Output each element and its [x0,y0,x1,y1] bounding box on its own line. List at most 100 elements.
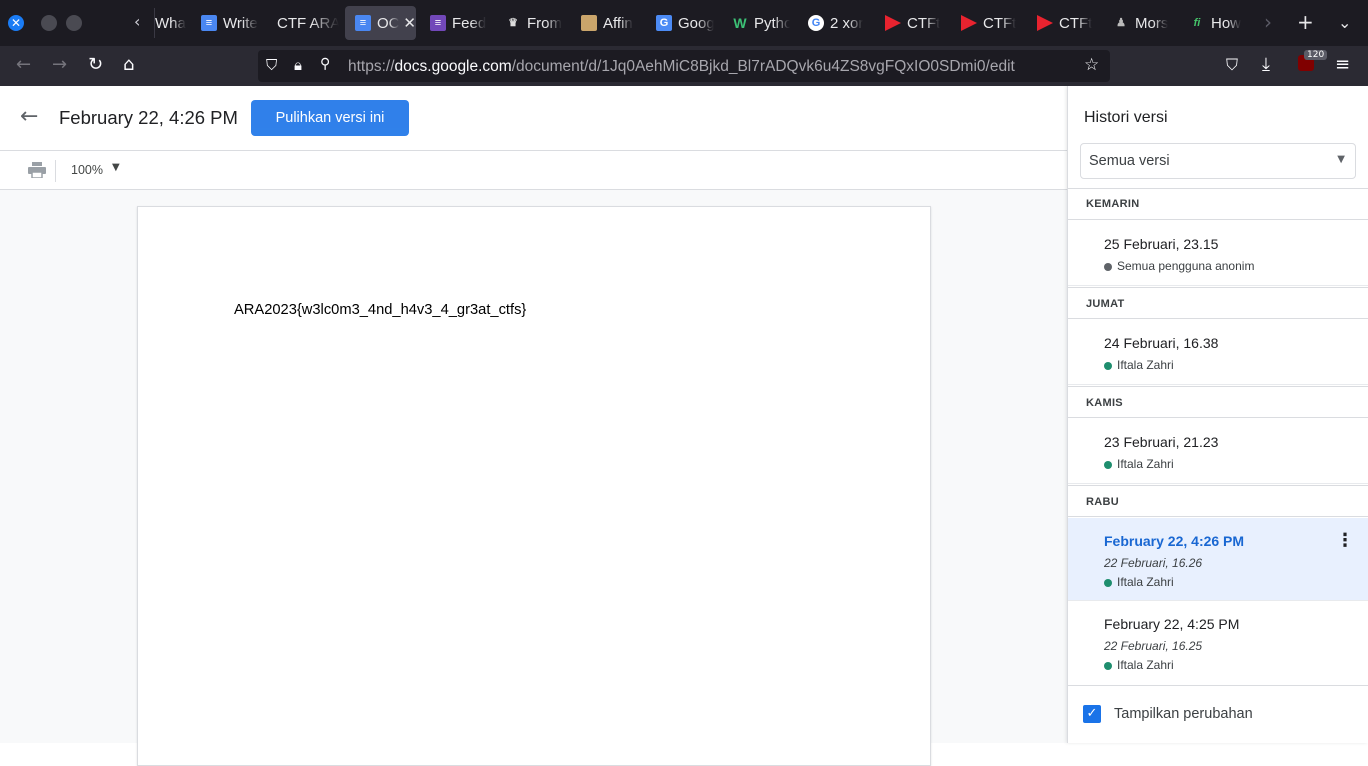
tab-scroll-right-icon[interactable]: › [1264,10,1272,34]
fi-icon: fi [1193,17,1201,29]
url-host: docs.google.com [394,58,512,75]
section-label: RABU [1086,496,1119,508]
author-color-dot [1104,362,1112,370]
tab-label: 2 xor [830,14,864,32]
tab-close-icon[interactable]: ✕ [403,14,416,32]
section-header: RABU [1068,485,1368,517]
document-page[interactable]: ARA2023{w3lc0m3_4nd_h4v3_4_gr3at_ctfs} [137,206,931,766]
tab-label: CTF ARA [277,14,339,32]
pocket-icon[interactable]: ⛉ [1226,55,1238,75]
version-item-title: February 22, 4:25 PM [1104,616,1240,632]
browser-tab-active[interactable]: ≡ OC ✕ [345,6,416,40]
window-close-icon[interactable]: ✕ [8,15,24,31]
version-item[interactable]: 23 Februari, 21.23 Iftala Zahri [1068,419,1368,484]
ublock-extension-icon[interactable]: 120 [1298,50,1328,76]
forward-icon[interactable]: → [52,54,67,75]
new-tab-icon[interactable]: + [1297,10,1314,34]
version-header: ← February 22, 4:26 PM Pulihkan versi in… [0,86,1067,151]
tab-label: Write [223,14,258,32]
version-item[interactable]: 25 Februari, 23.15 Semua pengguna anonim [1068,221,1368,286]
google-icon: G [808,15,824,31]
google-docs-icon: ≡ [355,15,371,31]
version-item[interactable]: 24 Februari, 16.38 Iftala Zahri [1068,320,1368,385]
restore-version-button[interactable]: Pulihkan versi ini [251,100,409,136]
show-changes-label[interactable]: Tampilkan perubahan [1114,706,1253,722]
print-icon[interactable] [28,162,46,178]
browser-tab[interactable]: G 2 xor [798,6,866,40]
browser-tab[interactable]: ≡ Write [191,6,259,40]
ctftime-icon [885,15,901,31]
w-icon: W [733,15,747,31]
list-all-tabs-icon[interactable]: ⌄ [1338,13,1351,32]
browser-tab[interactable]: CTFt [875,6,943,40]
zoom-select[interactable]: 100% [71,163,103,177]
show-changes-checkbox[interactable]: ✓ [1083,705,1101,723]
browser-tab[interactable]: CTF ARA [267,6,339,40]
url-path: /document/d/1Jq0AehMiC8Bjkd_Bl7rADQvk6u4… [511,58,1015,75]
url-bar[interactable]: ⛉ 🔒︎ ⚲ https://docs.google.com/document/… [258,50,1110,82]
home-icon[interactable]: ⌂ [123,54,134,75]
version-item-author: Semua pengguna anonim [1104,259,1254,273]
section-header: KEMARIN [1068,188,1368,220]
browser-tab[interactable]: W Pytho [722,6,790,40]
shield-icon[interactable]: ⛉ [266,56,277,74]
window-minimize-icon[interactable] [41,15,57,31]
downloads-icon[interactable]: ⤓ [1262,54,1270,75]
google-forms-icon: ≡ [430,15,446,31]
version-item-title: 25 Februari, 23.15 [1104,236,1219,252]
google-translate-icon: G [656,15,672,31]
menu-icon[interactable]: ≡ [1335,54,1350,75]
url-text[interactable]: https://docs.google.com/document/d/1Jq0A… [348,58,1015,76]
browser-tab[interactable]: ≡ Feed [420,6,488,40]
version-item-title: February 22, 4:26 PM [1104,533,1245,549]
browser-tab[interactable]: Wha [145,6,190,40]
tab-scroll-left-icon[interactable]: ‹ [134,12,140,31]
version-item-author: Iftala Zahri [1104,457,1174,471]
back-arrow-icon[interactable]: ← [20,104,38,129]
zoom-dropdown-icon[interactable]: ▼ [112,162,120,173]
reload-icon[interactable]: ↻ [88,54,103,75]
tab-label: Goog [678,14,714,32]
document-text: ARA2023{w3lc0m3_4nd_h4v3_4_gr3at_ctfs} [234,302,527,318]
lock-icon[interactable]: 🔒︎ [294,56,302,74]
doc-toolbar: 100% ▼ [0,151,1067,190]
browser-tab[interactable]: fi How [1179,6,1247,40]
author-color-dot [1104,461,1112,469]
more-vert-icon[interactable]: ⋮ [1336,530,1354,551]
version-history-panel: Histori versi Semua versi ▼ KEMARIN 25 F… [1067,86,1368,743]
author-color-dot [1104,263,1112,271]
tab-label: Feed [452,14,487,32]
browser-tab[interactable]: CTFt [951,6,1019,40]
section-label: JUMAT [1086,298,1125,310]
browser-tab[interactable]: CTFt [1027,6,1095,40]
browser-tab-strip: ✕ ‹ Wha ≡ Write CTF ARA ≡ OC ✕ ≡ Feed ♛ … [0,0,1368,46]
version-filter-select[interactable]: Semua versi ▼ [1080,143,1356,179]
bookmark-star-icon[interactable]: ☆ [1084,55,1099,75]
version-item[interactable]: February 22, 4:25 PM 22 Februari, 16.25 … [1068,601,1368,685]
back-icon[interactable]: ← [16,54,31,75]
ctftime-icon [961,15,977,31]
browser-tab[interactable]: G Goog [646,6,714,40]
version-item-author: Iftala Zahri [1104,658,1174,672]
version-item-timestamp: 22 Februari, 16.25 [1104,639,1203,653]
browser-navbar: ← → ↻ ⌂ ⛉ 🔒︎ ⚲ https://docs.google.com/d… [0,46,1368,86]
tab-label: Mors [1135,14,1169,32]
tab-label: Wha [155,14,186,32]
browser-tab[interactable]: ♟ Mors [1103,6,1171,40]
section-header: KAMIS [1068,386,1368,418]
author-color-dot [1104,662,1112,670]
url-scheme: https:// [348,58,395,75]
version-item-selected[interactable]: February 22, 4:26 PM 22 Februari, 16.26 … [1068,518,1368,601]
browser-tab[interactable]: Affin [571,6,639,40]
section-label: KAMIS [1086,397,1123,409]
version-item-timestamp: 22 Februari, 16.26 [1104,556,1203,570]
browser-tab[interactable]: ♛ From [495,6,563,40]
tab-label: CTFt [983,14,1017,32]
panel-footer: ✓ Tampilkan perubahan [1068,685,1368,743]
panel-title: Histori versi [1084,109,1168,126]
author-name: Iftala Zahri [1117,658,1174,672]
author-name: Iftala Zahri [1117,575,1174,589]
permissions-icon[interactable]: ⚲ [320,56,330,72]
tab-label: Pytho [754,14,790,32]
window-maximize-icon[interactable] [66,15,82,31]
